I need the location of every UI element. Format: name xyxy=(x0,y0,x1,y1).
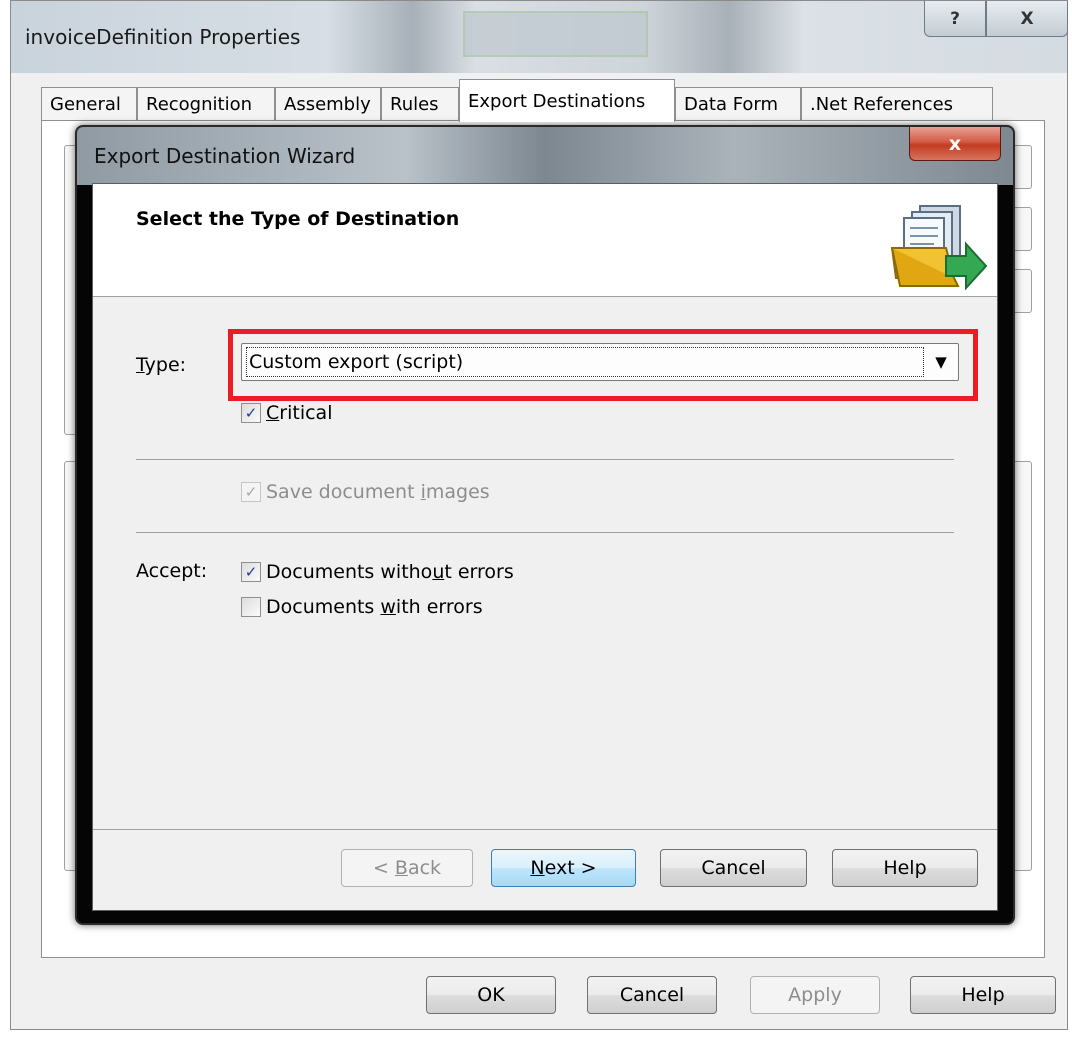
tab-general[interactable]: General xyxy=(41,87,137,121)
tab-data-form[interactable]: Data Form xyxy=(675,87,801,121)
export-documents-icon xyxy=(890,205,988,290)
tab-label: Rules xyxy=(390,94,439,115)
back-text-end: ack xyxy=(407,857,442,879)
tab-rules[interactable]: Rules xyxy=(381,87,459,121)
docs-with-errors-text-end: ith errors xyxy=(395,596,483,618)
save-images-checkbox-row[interactable]: ✓ Save document images xyxy=(241,481,490,503)
apply-button[interactable]: Apply xyxy=(750,976,880,1014)
tab-label: General xyxy=(50,94,121,115)
export-destination-wizard: Export Destination Wizard x Select the T… xyxy=(75,125,1015,925)
tab-assembly[interactable]: Assembly xyxy=(275,87,381,121)
tab-label: Recognition xyxy=(146,94,252,115)
type-label-text: ype: xyxy=(144,354,187,376)
next-text: ext > xyxy=(544,857,597,879)
next-button[interactable]: Next > xyxy=(491,849,636,887)
back-mnemonic: B xyxy=(394,857,408,879)
wizard-heading: Select the Type of Destination xyxy=(136,208,460,230)
critical-checkbox-row[interactable]: ✓ Critical xyxy=(241,402,332,424)
cancel-button[interactable]: Cancel xyxy=(587,976,717,1014)
footer-separator xyxy=(93,829,997,830)
back-text: < xyxy=(372,857,395,879)
separator xyxy=(136,459,954,460)
docs-with-errors-row[interactable]: Documents with errors xyxy=(241,596,483,618)
wizard-header: Select the Type of Destination xyxy=(93,184,997,297)
button-label: Help xyxy=(961,984,1005,1006)
docs-with-errors-label: Documents with errors xyxy=(266,596,483,618)
properties-window-title: invoiceDefinition Properties xyxy=(25,25,301,49)
docs-with-errors-checkbox[interactable] xyxy=(241,597,261,617)
type-dropdown[interactable]: Custom export (script) ▼ xyxy=(241,343,959,381)
critical-checkbox[interactable]: ✓ xyxy=(241,403,261,423)
docs-without-errors-label: Documents without errors xyxy=(266,561,514,583)
ok-button[interactable]: OK xyxy=(426,976,556,1014)
docs-with-errors-mnemonic: w xyxy=(380,596,396,618)
tab-label: Export Destinations xyxy=(468,90,646,112)
wizard-help-button[interactable]: Help xyxy=(832,849,978,887)
docs-without-errors-mnemonic: u xyxy=(432,561,445,583)
blurred-background-patch xyxy=(463,11,648,57)
chevron-down-icon[interactable]: ▼ xyxy=(924,344,958,380)
wizard-titlebar[interactable]: Export Destination Wizard x xyxy=(77,127,1013,185)
critical-label: Critical xyxy=(266,402,332,424)
docs-without-errors-text: Documents witho xyxy=(266,561,433,583)
save-images-text: Save document xyxy=(266,481,421,503)
type-label: Type: xyxy=(136,354,186,376)
save-images-checkbox[interactable]: ✓ xyxy=(241,482,261,502)
next-button-label: Next > xyxy=(530,857,596,879)
critical-text: ritical xyxy=(279,402,333,424)
tab-label: Data Form xyxy=(684,94,779,115)
tab-net-references[interactable]: .Net References xyxy=(801,87,993,121)
button-label: Help xyxy=(883,857,927,879)
button-label: Cancel xyxy=(701,857,766,879)
tab-label: Assembly xyxy=(284,94,371,115)
docs-without-errors-row[interactable]: ✓ Documents without errors xyxy=(241,561,514,583)
tab-export-destinations[interactable]: Export Destinations xyxy=(459,79,675,122)
wizard-close-button[interactable]: x xyxy=(909,127,1001,161)
wizard-client-area: Select the Type of Destination Type: Cus… xyxy=(92,183,998,911)
type-label-mnemonic: T xyxy=(136,354,145,376)
separator xyxy=(136,532,954,533)
save-images-label: Save document images xyxy=(266,481,490,503)
button-label: OK xyxy=(477,984,505,1006)
wizard-title: Export Destination Wizard xyxy=(94,144,356,168)
properties-close-button[interactable]: X xyxy=(986,1,1068,37)
properties-titlebar[interactable]: invoiceDefinition Properties ? X xyxy=(11,1,1068,73)
save-images-text-end: mages xyxy=(425,481,490,503)
properties-help-button[interactable]: ? xyxy=(924,1,986,37)
docs-with-errors-text: Documents xyxy=(266,596,381,618)
type-dropdown-value: Custom export (script) xyxy=(246,347,924,377)
back-button[interactable]: < Back xyxy=(341,849,473,887)
back-button-label: < Back xyxy=(373,857,441,879)
question-mark-icon: ? xyxy=(950,8,960,29)
wizard-cancel-button[interactable]: Cancel xyxy=(660,849,807,887)
accept-label: Accept: xyxy=(136,560,208,582)
help-button[interactable]: Help xyxy=(910,976,1056,1014)
close-icon: X xyxy=(1020,8,1034,29)
close-icon: x xyxy=(948,132,962,155)
docs-without-errors-checkbox[interactable]: ✓ xyxy=(241,562,261,582)
tab-label: .Net References xyxy=(810,94,954,115)
docs-without-errors-text-end: t errors xyxy=(444,561,514,583)
next-mnemonic: N xyxy=(530,857,545,879)
button-label: Cancel xyxy=(619,984,685,1006)
critical-mnemonic: C xyxy=(266,402,280,424)
tab-recognition[interactable]: Recognition xyxy=(137,87,275,121)
button-label: Apply xyxy=(788,984,842,1006)
